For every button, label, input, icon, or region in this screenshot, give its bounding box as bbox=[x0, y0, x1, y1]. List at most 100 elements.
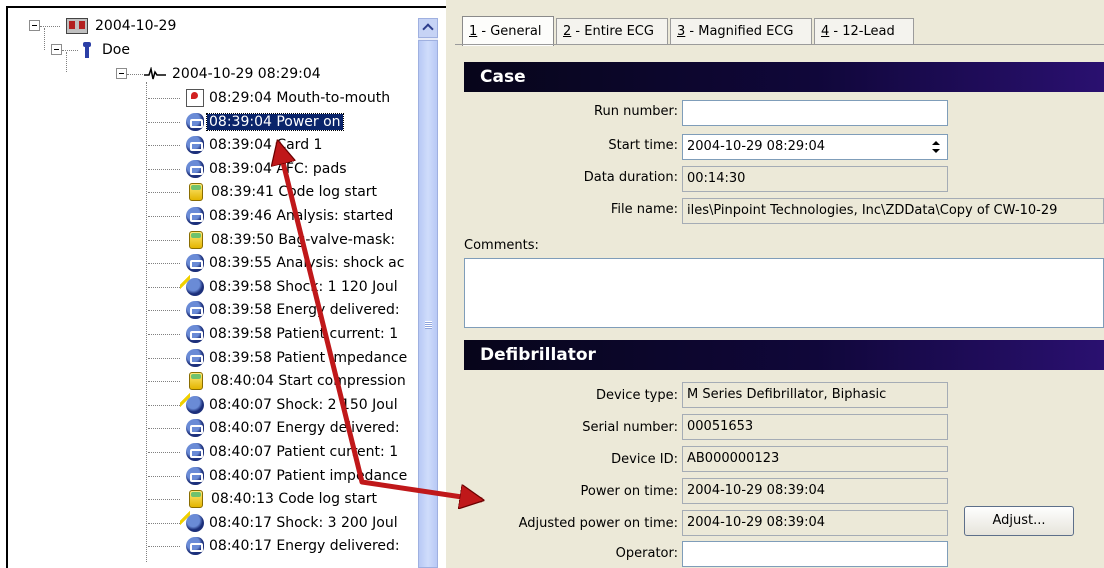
tree-event-label: 08:40:07 Shock: 2 150 Joul bbox=[209, 396, 398, 413]
tree-event-item[interactable]: 08:39:58 Patient current: 1 bbox=[186, 324, 400, 344]
spin-down-icon[interactable] bbox=[927, 147, 945, 157]
code-marker-icon bbox=[189, 183, 203, 202]
tab-general[interactable]: 1 - General bbox=[462, 16, 554, 46]
device-type-field: M Series Defibrillator, Biphasic bbox=[682, 382, 948, 408]
comments-textarea[interactable] bbox=[464, 258, 1104, 328]
code-marker-icon bbox=[189, 490, 203, 509]
start-time-field[interactable]: 2004-10-29 08:29:04 bbox=[682, 134, 948, 160]
serial-number-label: Serial number: bbox=[582, 420, 678, 435]
tree-line bbox=[62, 50, 78, 51]
device-icon bbox=[186, 301, 204, 320]
tree-line bbox=[148, 192, 180, 194]
device-icon bbox=[186, 112, 204, 131]
shock-icon bbox=[180, 510, 204, 532]
tree-event-item[interactable]: 08:40:07 Energy delivered: bbox=[186, 418, 402, 438]
tree-line bbox=[148, 452, 180, 453]
tab-magnified-ecg[interactable]: 3 - Magnified ECG bbox=[670, 18, 812, 44]
tree-node-date[interactable]: 2004-10-29 bbox=[66, 16, 178, 36]
defibrillator-section-header: Defibrillator bbox=[464, 340, 1104, 370]
tree-line bbox=[44, 28, 45, 50]
tree-event-label: 08:29:04 Mouth-to-mouth bbox=[209, 90, 391, 106]
collapse-root-toggle[interactable] bbox=[29, 20, 40, 31]
device-icon bbox=[186, 443, 204, 461]
operator-field[interactable] bbox=[682, 541, 948, 567]
tree-event-item[interactable]: 08:39:41 Code log start bbox=[186, 182, 379, 202]
scroll-up-icon[interactable] bbox=[418, 18, 438, 38]
tree-top-border bbox=[6, 6, 446, 8]
tree-event-item[interactable]: 08:39:46 Analysis: started bbox=[186, 206, 395, 226]
code-marker-icon bbox=[189, 372, 203, 391]
power-on-time-field: 2004-10-29 08:39:04 bbox=[682, 478, 948, 504]
serial-number-field: 00051653 bbox=[682, 414, 948, 440]
run-number-field[interactable] bbox=[682, 100, 948, 126]
device-icon bbox=[186, 325, 204, 343]
start-time-label: Start time: bbox=[608, 138, 678, 153]
tab-entire-ecg[interactable]: 2 - Entire ECG bbox=[556, 18, 668, 44]
tree-event-item[interactable]: 08:40:13 Code log start bbox=[186, 489, 379, 509]
tree-line bbox=[148, 168, 180, 170]
run-number-label: Run number: bbox=[594, 104, 678, 119]
tab-12-lead[interactable]: 4 - 12-Lead bbox=[814, 18, 914, 44]
tree-event-item[interactable]: 08:40:07 Shock: 2 150 Joul bbox=[180, 392, 400, 415]
tree-event-label: 08:40:07 Patient impedance bbox=[209, 467, 408, 484]
operator-label: Operator: bbox=[615, 546, 678, 561]
tree-event-label: 08:39:04 AFC: pads bbox=[209, 160, 347, 177]
patient-icon bbox=[80, 42, 94, 58]
tree-event-item[interactable]: 08:39:04 Card 1 bbox=[186, 135, 324, 155]
tree-node-patient[interactable]: Doe bbox=[80, 40, 132, 60]
case-section-header: Case bbox=[464, 62, 1104, 92]
tree-event-item[interactable]: 08:40:17 Shock: 3 200 Joul bbox=[180, 510, 400, 533]
tree-event-label: 08:39:41 Code log start bbox=[211, 184, 378, 201]
tree-line bbox=[148, 216, 180, 217]
tree-event-item[interactable]: 08:40:07 Patient impedance bbox=[186, 466, 409, 486]
code-marker-icon bbox=[189, 230, 203, 249]
tree-event-item[interactable]: 08:39:58 Patient impedance bbox=[186, 348, 409, 368]
collapse-case-toggle[interactable] bbox=[116, 68, 127, 79]
shock-icon bbox=[180, 274, 204, 296]
tree-event-item[interactable]: 08:29:04 Mouth-to-mouth bbox=[186, 88, 392, 108]
adjust-button[interactable]: Adjust... bbox=[964, 506, 1074, 536]
tree-line bbox=[148, 121, 180, 123]
tree-line bbox=[148, 522, 180, 524]
tree-event-item[interactable]: 08:39:04 AFC: pads bbox=[186, 159, 349, 179]
adjusted-power-on-time-label: Adjusted power on time: bbox=[518, 516, 678, 531]
tree-event-label: 08:39:58 Patient current: 1 bbox=[209, 326, 399, 342]
tree-event-label: 08:39:04 Power on bbox=[206, 112, 344, 131]
tree-line bbox=[40, 26, 60, 27]
tree-line bbox=[148, 475, 180, 477]
device-icon bbox=[186, 348, 204, 367]
tree-event-item[interactable]: 08:40:07 Patient current: 1 bbox=[186, 442, 400, 462]
comments-label: Comments: bbox=[464, 238, 539, 253]
tree-event-item[interactable]: 08:40:04 Start compression bbox=[186, 371, 408, 391]
tree-event-item[interactable]: 08:39:58 Shock: 1 120 Joul bbox=[180, 274, 400, 297]
device-icon bbox=[186, 419, 204, 438]
tree-line bbox=[148, 286, 180, 288]
spin-up-icon[interactable] bbox=[927, 137, 945, 147]
tree-line bbox=[148, 404, 180, 406]
tree-line bbox=[148, 357, 180, 359]
tree-scrollbar-thumb[interactable] bbox=[418, 40, 438, 568]
tree-event-label: 08:40:17 Energy delivered: bbox=[209, 538, 400, 555]
tree-event-item[interactable]: 08:39:04 Power on bbox=[186, 112, 344, 132]
tree-event-item[interactable]: 08:39:58 Energy delivered: bbox=[186, 300, 402, 320]
tree-event-label: 08:39:46 Analysis: started bbox=[209, 208, 394, 224]
tree-node-case[interactable]: 2004-10-29 08:29:04 bbox=[144, 64, 323, 84]
tree-event-item[interactable]: 08:39:55 Analysis: shock ac bbox=[186, 253, 406, 273]
data-duration-label: Data duration: bbox=[583, 170, 678, 185]
tree-left-border bbox=[6, 6, 8, 568]
tree-line bbox=[148, 98, 180, 99]
tree-event-label: 08:39:50 Bag-valve-mask: bbox=[211, 231, 396, 248]
start-time-spinner[interactable] bbox=[927, 137, 945, 157]
tree-event-label: 08:40:17 Shock: 3 200 Joul bbox=[209, 514, 398, 531]
tree-line bbox=[148, 310, 180, 312]
collapse-patient-toggle[interactable] bbox=[51, 44, 62, 55]
device-id-label: Device ID: bbox=[611, 452, 678, 467]
tree-line bbox=[127, 74, 143, 75]
tab-body-border bbox=[455, 44, 1104, 45]
calendar-icon bbox=[66, 18, 88, 34]
power-on-time-label: Power on time: bbox=[580, 484, 678, 499]
tree-event-item[interactable]: 08:40:17 Energy delivered: bbox=[186, 536, 402, 556]
tree-line bbox=[148, 239, 180, 241]
device-icon bbox=[186, 254, 204, 273]
tree-event-item[interactable]: 08:39:50 Bag-valve-mask: bbox=[186, 230, 397, 250]
